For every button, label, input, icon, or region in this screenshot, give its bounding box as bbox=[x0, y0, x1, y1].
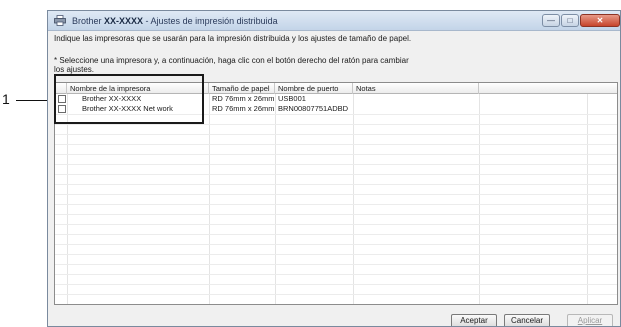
instruction-note-line-2: los ajustes. bbox=[54, 65, 95, 74]
column-header-notes[interactable]: Notas bbox=[353, 83, 479, 94]
grid-line bbox=[55, 234, 617, 235]
grid-line bbox=[55, 244, 617, 245]
grid-line bbox=[55, 204, 617, 205]
grid-line bbox=[55, 174, 617, 175]
grid-line bbox=[55, 224, 617, 225]
grid-line bbox=[55, 194, 617, 195]
notes-cell bbox=[353, 104, 356, 114]
port-name-cell: USB001 bbox=[278, 94, 306, 103]
print-settings-window: Brother XX-XXXX - Ajustes de impresión d… bbox=[47, 10, 621, 327]
grid-line bbox=[55, 284, 617, 285]
maximize-icon: □ bbox=[567, 16, 573, 25]
maximize-button[interactable]: □ bbox=[561, 14, 579, 27]
title-rest: - Ajustes de impresión distribuida bbox=[143, 16, 278, 26]
minimize-button[interactable]: — bbox=[542, 14, 560, 27]
grid-line bbox=[55, 154, 617, 155]
printer-icon bbox=[54, 15, 66, 26]
close-button[interactable]: ✕ bbox=[580, 14, 620, 27]
callout-highlight-box bbox=[54, 74, 204, 124]
grid-line bbox=[55, 274, 617, 275]
close-icon: ✕ bbox=[596, 16, 604, 25]
grid-line bbox=[55, 294, 617, 295]
paper-size-cell: RD 76mm x 26mm bbox=[212, 94, 275, 103]
port-name-cell: BRN00807751ADBD bbox=[278, 104, 349, 113]
grid-line bbox=[55, 264, 617, 265]
column-header-paper-size[interactable]: Tamaño de papel bbox=[209, 83, 275, 94]
grid-line bbox=[55, 184, 617, 185]
window-title: Brother XX-XXXX - Ajustes de impresión d… bbox=[72, 16, 278, 26]
column-header-port-name[interactable]: Nombre de puerto bbox=[275, 83, 353, 94]
cancel-button[interactable]: Cancelar bbox=[504, 314, 550, 326]
accept-button[interactable]: Aceptar bbox=[451, 314, 497, 326]
grid-line bbox=[55, 144, 617, 145]
grid-line bbox=[55, 214, 617, 215]
grid-line bbox=[55, 254, 617, 255]
title-brand: Brother bbox=[72, 16, 102, 26]
grid-line bbox=[55, 164, 617, 165]
apply-button[interactable]: Aplicar bbox=[567, 314, 613, 326]
instruction-note-line-1: * Seleccione una impresora y, a continua… bbox=[54, 56, 409, 65]
minimize-icon: — bbox=[547, 16, 555, 25]
title-model: XX-XXXX bbox=[104, 16, 144, 26]
title-bar[interactable]: Brother XX-XXXX - Ajustes de impresión d… bbox=[48, 11, 620, 31]
paper-size-cell: RD 76mm x 26mm bbox=[212, 104, 275, 113]
description-text: Indique las impresoras que se usarán par… bbox=[54, 34, 412, 43]
notes-cell bbox=[353, 94, 356, 104]
grid-line bbox=[55, 124, 617, 125]
callout-label: 1 bbox=[2, 91, 10, 107]
instruction-note: * Seleccione una impresora y, a continua… bbox=[54, 56, 434, 74]
grid-line bbox=[55, 134, 617, 135]
